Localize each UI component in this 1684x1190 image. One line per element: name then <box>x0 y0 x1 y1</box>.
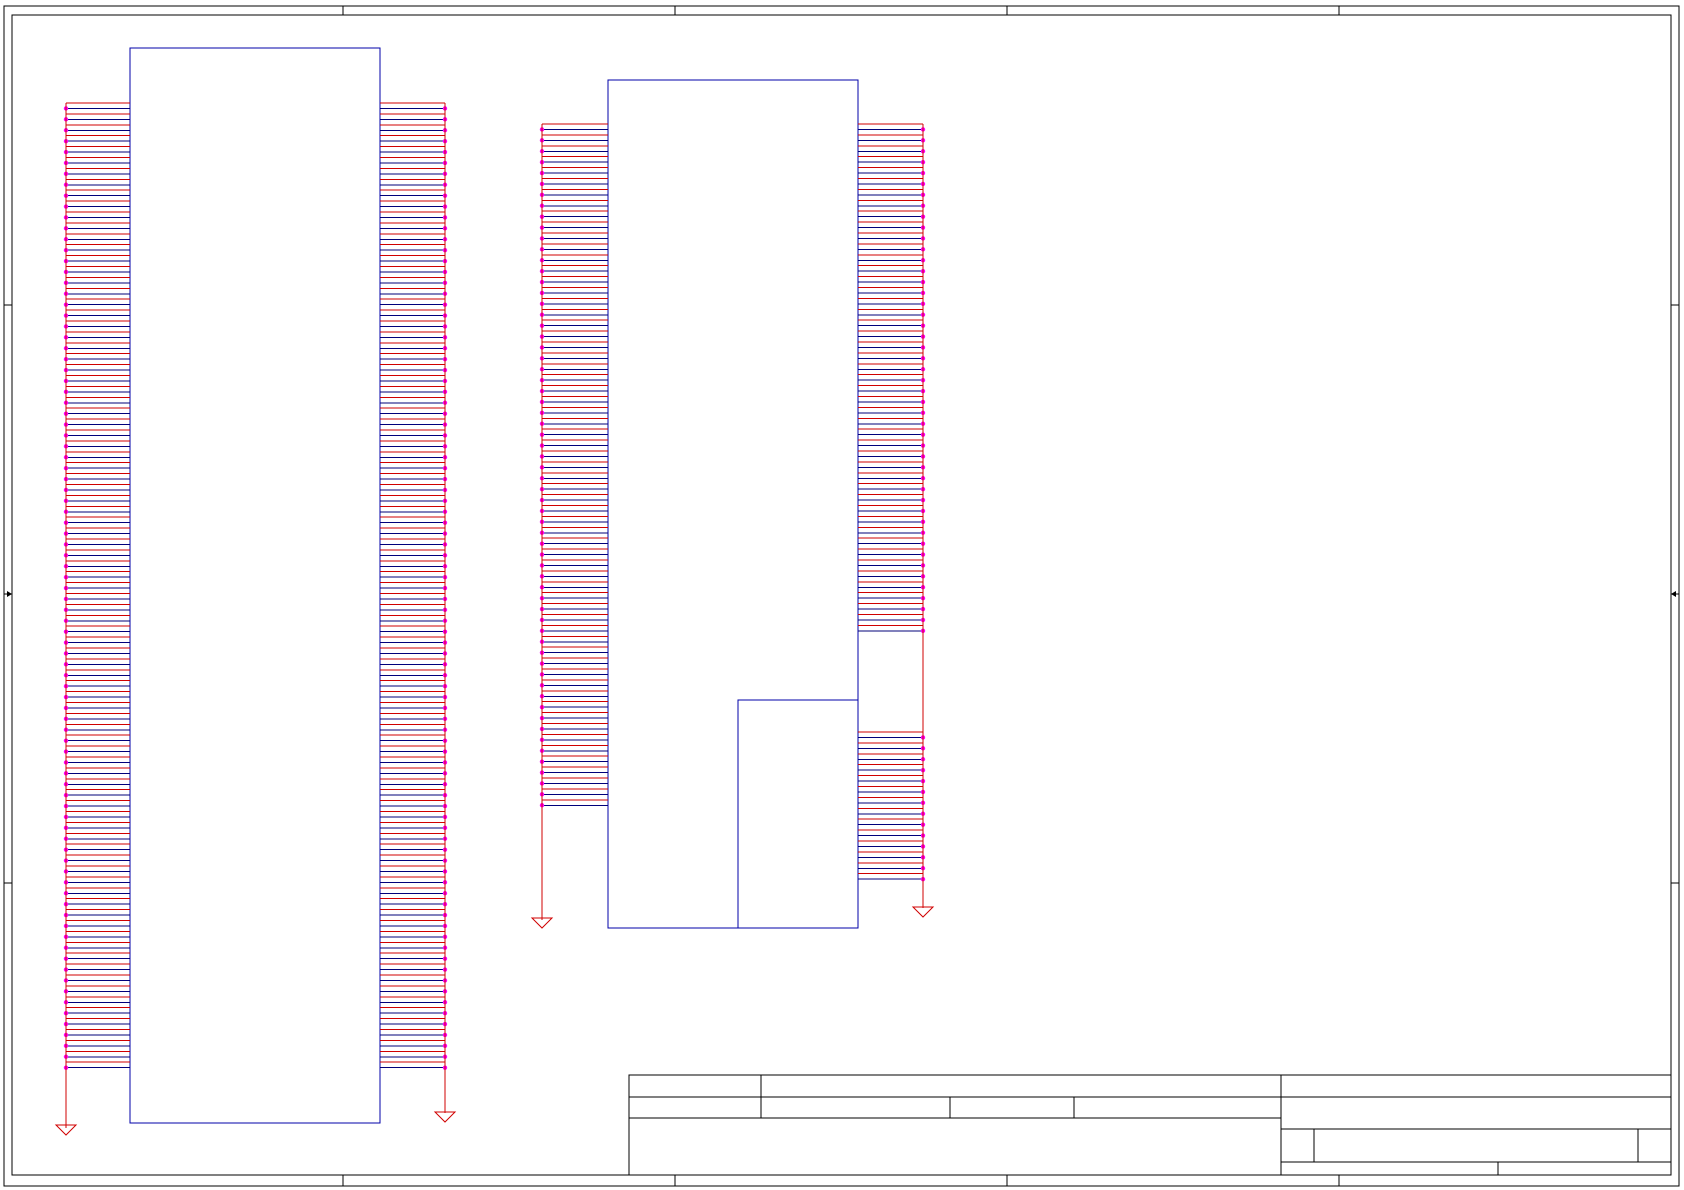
schematic-canvas <box>3 5 1680 1187</box>
ground-symbol <box>433 1111 457 1123</box>
large-connector-body <box>129 47 381 1124</box>
medium-connector-sub-body <box>737 699 859 929</box>
title-block <box>628 1074 1672 1176</box>
medium-connector <box>530 79 935 929</box>
sheet-frame <box>3 5 1680 1187</box>
ground-symbol <box>911 906 935 918</box>
inner-border <box>11 14 1672 1176</box>
outer-border <box>3 5 1680 1187</box>
large-connector <box>54 47 457 1136</box>
medium-connector-body <box>607 79 859 929</box>
title-block-frame <box>628 1074 1672 1176</box>
components <box>54 47 935 1136</box>
schematic-sheet <box>0 0 1684 1190</box>
